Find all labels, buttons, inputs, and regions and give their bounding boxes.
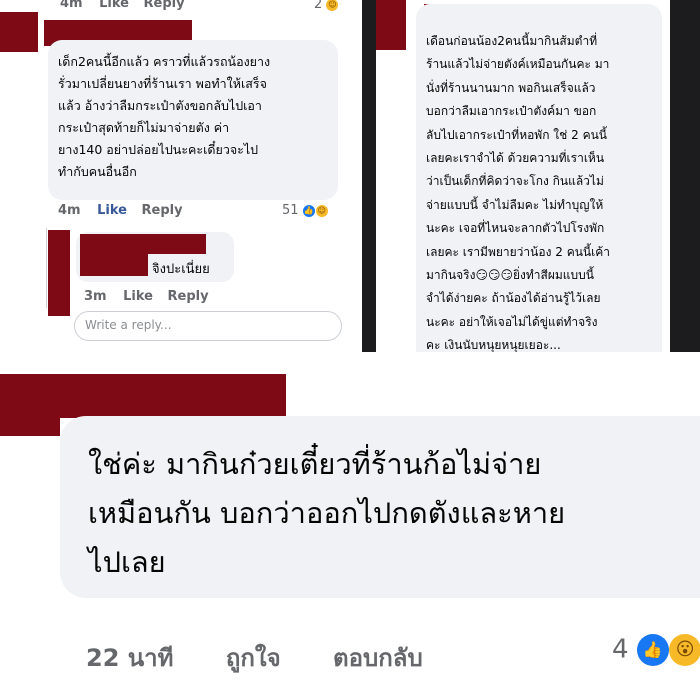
phone-frame-left-edge — [362, 0, 376, 352]
right-screenshot-panel: เดือนก่อนน้อง2คนนี้มากินส้มตำที่ ร้านแล้… — [352, 0, 700, 352]
top-comment-reaction-count: 2 — [314, 0, 323, 12]
reply-input-placeholder: Write a reply... — [85, 318, 172, 332]
bottom-screenshot-panel: ใช่ค่ะ มากินก๋วยเตี๋ยวที่ร้านก้อไม่จ่าย … — [0, 368, 700, 700]
top-comment-reactions[interactable]: 2 ☺ — [314, 0, 339, 12]
bottom-comment-meta: 22 นาที ถูกใจ ตอบกลับ — [86, 638, 423, 677]
comment-1-meta: 4m Like Reply — [58, 203, 183, 218]
redacted-avatar-right — [376, 0, 406, 50]
comment-bubble-bottom: ใช่ค่ะ มากินก๋วยเตี๋ยวที่ร้านก้อไม่จ่าย … — [60, 416, 700, 598]
like-reaction-icon: 👍 — [302, 204, 315, 217]
comment-2-time: 3m — [84, 289, 107, 304]
comment-2-meta: 3m Like Reply — [84, 289, 209, 304]
redacted-reply-name — [80, 234, 206, 254]
bottom-comment-like-link[interactable]: ถูกใจ — [226, 638, 281, 677]
left-screenshot-panel: 4m Like Reply 2 ☺ เด็ก2คนนี้อีกแล้ว คราว… — [0, 0, 352, 352]
comment-bubble-1: เด็ก2คนนี้อีกแล้ว คราวที่แล้วรถน้องยาง ร… — [48, 40, 338, 200]
comment-1-reaction-count: 51 — [282, 203, 299, 218]
redacted-reply-avatar — [48, 230, 70, 316]
redacted-avatar — [0, 12, 38, 52]
comment-1-time: 4m — [58, 203, 81, 218]
top-comment-like-link[interactable]: Like — [99, 0, 129, 11]
haha-reaction-icon: ☺ — [326, 0, 339, 11]
top-comment-time: 4m — [60, 0, 83, 11]
top-comment-meta: 4m Like Reply — [60, 0, 185, 11]
comment-bubble-right: เดือนก่อนน้อง2คนนี้มากินส้มตำที่ ร้านแล้… — [416, 4, 662, 352]
redacted-name-bottom — [60, 374, 286, 418]
bottom-comment-reactions[interactable]: 4 👍 😮 — [612, 634, 700, 666]
like-reaction-icon-large: 👍 — [636, 634, 669, 666]
comment-1-reply-link[interactable]: Reply — [142, 203, 183, 218]
comment-1-text: เด็ก2คนนี้อีกแล้ว คราวที่แล้วรถน้องยาง ร… — [58, 54, 271, 179]
bottom-comment-reaction-count: 4 — [612, 634, 629, 665]
comment-bubble-2: จิงปะเนี่ยย — [76, 232, 234, 282]
wow-reaction-icon-large: 😮 — [669, 634, 700, 666]
top-comment-reply-link[interactable]: Reply — [144, 0, 185, 11]
bottom-comment-text: ใช่ค่ะ มากินก๋วยเตี๋ยวที่ร้านก้อไม่จ่าย … — [88, 447, 566, 579]
comment-2-reply-link[interactable]: Reply — [168, 289, 209, 304]
comment-2-text: จิงปะเนี่ยย — [152, 262, 210, 277]
bottom-comment-time: 22 นาที — [86, 644, 174, 672]
redacted-avatar-bottom — [0, 374, 60, 436]
phone-frame-right-edge — [670, 0, 700, 352]
comment-1-reactions[interactable]: 51 👍 ☺ — [282, 203, 328, 218]
bottom-comment-reply-link[interactable]: ตอบกลับ — [333, 638, 423, 677]
comment-2-like-link[interactable]: Like — [123, 289, 153, 304]
wow-reaction-icon: ☺ — [315, 204, 328, 217]
comment-1-like-link[interactable]: Like — [97, 203, 127, 218]
right-comment-text: เดือนก่อนน้อง2คนนี้มากินส้มตำที่ ร้านแล้… — [426, 34, 610, 352]
redacted-reply-name-2 — [80, 252, 148, 276]
reply-input[interactable]: Write a reply... — [74, 311, 342, 341]
